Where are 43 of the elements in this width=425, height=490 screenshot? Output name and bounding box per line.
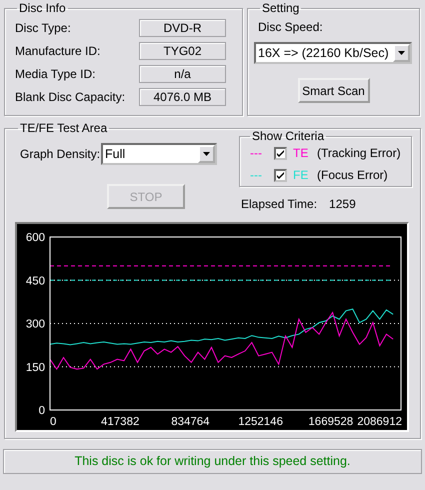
axis-label: 600 (26, 232, 45, 244)
caret-icon (203, 152, 210, 156)
series-description: (Tracking Error) (317, 145, 401, 162)
elapsed-label: Elapsed Time: (241, 196, 318, 213)
group-title: Disc Info (18, 1, 67, 15)
field-label: Media Type ID: (15, 66, 96, 83)
axis-label: 1669528 (308, 416, 354, 428)
value-field: TYG02 (139, 42, 226, 60)
axis-label: 150 (26, 362, 45, 374)
check-icon (277, 150, 284, 156)
checkbox[interactable] (274, 168, 287, 182)
field-label: Blank Disc Capacity: (15, 89, 126, 106)
caret-icon (398, 51, 405, 55)
group-title: Show Criteria (251, 129, 326, 143)
checkbox[interactable] (274, 146, 287, 160)
series-description: (Focus Error) (317, 167, 388, 184)
axis-label: 300 (26, 318, 45, 330)
value-field: n/a (139, 65, 226, 83)
legend-dash: --- (249, 167, 263, 184)
axis-label: 2086912 (357, 416, 402, 428)
dropdown[interactable]: 16X => (22160 Kb/Sec) (254, 42, 412, 64)
value-field: DVD-R (139, 19, 226, 37)
axis-label: 450 (26, 275, 45, 288)
legend-dash: --- (249, 145, 263, 162)
field-label: Manufacture ID: (15, 43, 102, 60)
group-title: TE/FE Test Area (19, 121, 108, 135)
field-label: Graph Density: (19, 146, 101, 163)
axis-label: 0 (50, 416, 56, 428)
axis-label: 417382 (101, 416, 140, 428)
axis-label: 1252146 (238, 416, 283, 428)
check-icon (277, 172, 284, 178)
status-message: This disc is ok for writing under this speed setting. (3, 449, 422, 474)
group-title: Setting (261, 1, 300, 15)
elapsed-value: 1259 (329, 196, 356, 213)
axis-label: 834764 (171, 416, 210, 428)
axis-label: 0 (38, 405, 45, 417)
value-field: 4076.0 MB (139, 88, 226, 106)
field-label: Disc Type: (15, 20, 72, 37)
series-code: TE (293, 145, 310, 162)
dropdown[interactable]: Full (101, 143, 217, 165)
field-label: Disc Speed: (258, 19, 324, 36)
series-code: FE (293, 167, 310, 184)
smart-scan-button[interactable]: Smart Scan (298, 78, 370, 103)
